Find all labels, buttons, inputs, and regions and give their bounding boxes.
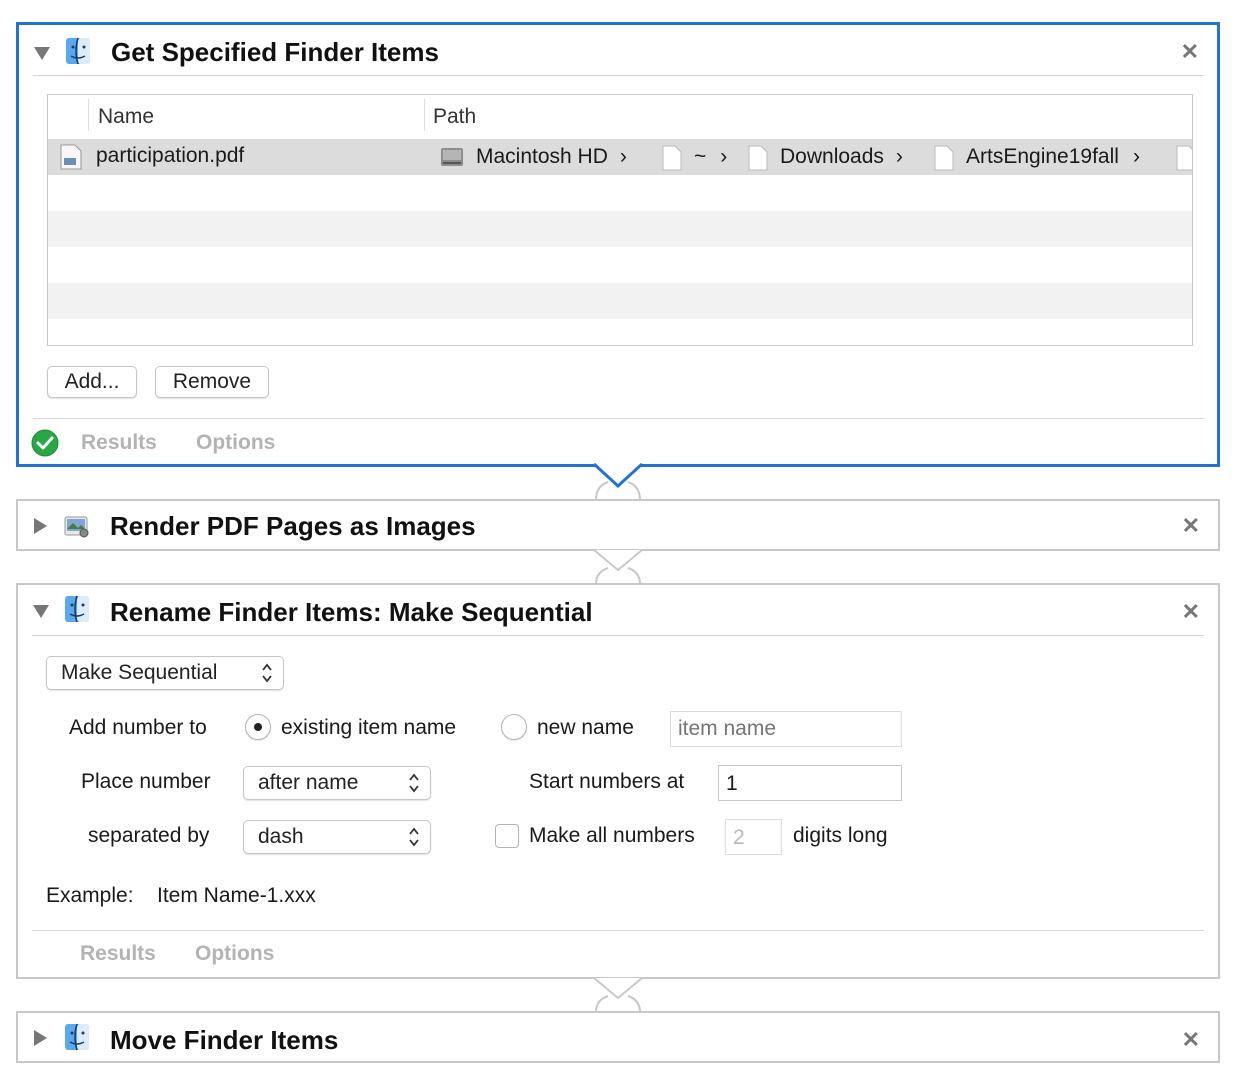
mode-popup[interactable]: Make Sequential [46, 656, 284, 690]
disclosure-triangle-collapsed-icon[interactable] [32, 517, 48, 535]
remove-button[interactable]: Remove [155, 366, 269, 398]
action-render-pdf-pages[interactable]: Render PDF Pages as Images ✕ [16, 499, 1220, 551]
header-divider [32, 635, 1204, 636]
column-separator[interactable] [88, 99, 89, 131]
table-row-empty [48, 283, 1192, 319]
table-row-empty [48, 175, 1192, 211]
digits-long-label: digits long [793, 824, 888, 847]
digits-input[interactable]: 2 [725, 819, 782, 855]
footer-divider [32, 930, 1204, 931]
folder-document-icon [662, 145, 682, 171]
action-connector [592, 462, 644, 501]
separated-by-popup[interactable]: dash [243, 820, 431, 854]
radio-existing-label[interactable]: existing item name [281, 716, 456, 740]
action-title: Get Specified Finder Items [111, 37, 439, 67]
path-segment: ~ › [694, 145, 728, 168]
action-connector [593, 549, 643, 585]
place-number-value: after name [258, 771, 359, 794]
path-segment: ArtsEngine19fall › [966, 145, 1140, 168]
start-numbers-label: Start numbers at [529, 770, 685, 793]
place-number-label: Place number [81, 770, 211, 793]
close-action-icon[interactable]: ✕ [1182, 513, 1200, 539]
tab-results[interactable]: Results [80, 942, 156, 966]
folder-document-icon [1176, 145, 1192, 171]
finder-icon [65, 595, 89, 623]
header-divider [33, 75, 1203, 76]
add-number-to-label: Add number to [69, 716, 207, 739]
action-get-specified-finder-items[interactable]: Get Specified Finder Items ✕ Name Path p… [16, 22, 1220, 467]
mode-popup-value: Make Sequential [61, 661, 218, 684]
action-title: Rename Finder Items: Make Sequential [110, 597, 593, 627]
folder-document-icon [748, 145, 768, 171]
column-separator[interactable] [424, 99, 425, 131]
finder-items-table[interactable]: Name Path participation.pdf Macintosh HD… [47, 94, 1193, 346]
example-label: Example: [46, 884, 134, 907]
tab-results[interactable]: Results [81, 431, 157, 455]
footer-divider [33, 418, 1203, 419]
make-all-numbers-label[interactable]: Make all numbers [529, 824, 695, 848]
separated-by-label: separated by [88, 824, 210, 847]
table-row-empty [48, 319, 1192, 345]
add-button[interactable]: Add... [47, 366, 137, 398]
column-header-name[interactable]: Name [98, 105, 154, 129]
radio-new-name[interactable] [501, 714, 527, 740]
column-header-path[interactable]: Path [433, 105, 476, 129]
tab-options[interactable]: Options [195, 942, 274, 966]
preview-app-icon [64, 516, 89, 538]
popup-arrows-icon [262, 663, 272, 683]
place-number-popup[interactable]: after name [243, 766, 431, 800]
radio-existing-item-name[interactable] [245, 714, 271, 740]
action-connector [593, 977, 643, 1013]
popup-arrows-icon [409, 827, 419, 847]
disclosure-triangle-expanded-icon[interactable] [33, 45, 51, 61]
pdf-file-icon [60, 144, 82, 170]
table-row[interactable]: participation.pdf Macintosh HD › ~ › Downl… [48, 139, 1192, 175]
path-segment: Downloads › [780, 145, 903, 168]
hard-drive-icon [441, 148, 463, 166]
file-name: participation.pdf [96, 144, 245, 167]
success-check-icon [31, 429, 59, 457]
disclosure-triangle-expanded-icon[interactable] [32, 603, 50, 619]
finder-icon [65, 1023, 89, 1051]
make-all-numbers-checkbox[interactable] [495, 824, 519, 848]
path-segment: Macintosh HD › [476, 145, 627, 168]
close-action-icon[interactable]: ✕ [1182, 599, 1200, 625]
finder-icon [66, 37, 90, 65]
close-action-icon[interactable]: ✕ [1182, 1027, 1200, 1053]
radio-new-label[interactable]: new name [537, 716, 634, 740]
action-move-finder-items[interactable]: Move Finder Items ✕ [16, 1011, 1220, 1063]
action-title: Move Finder Items [110, 1025, 339, 1055]
example-value: Item Name-1.xxx [157, 884, 316, 907]
table-row-empty [48, 247, 1192, 283]
folder-document-icon [934, 145, 954, 171]
tab-options[interactable]: Options [196, 431, 275, 455]
new-name-input[interactable] [670, 711, 902, 747]
action-title: Render PDF Pages as Images [110, 511, 476, 541]
close-action-icon[interactable]: ✕ [1181, 39, 1199, 65]
start-numbers-input[interactable]: 1 [718, 765, 902, 801]
action-rename-finder-items[interactable]: Rename Finder Items: Make Sequential ✕ M… [16, 583, 1220, 979]
separated-by-value: dash [258, 825, 304, 848]
table-row-empty [48, 211, 1192, 247]
popup-arrows-icon [409, 773, 419, 793]
disclosure-triangle-collapsed-icon[interactable] [32, 1029, 48, 1047]
